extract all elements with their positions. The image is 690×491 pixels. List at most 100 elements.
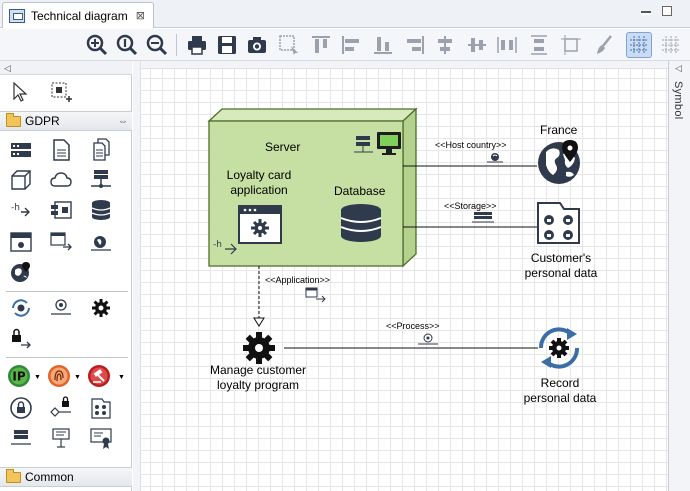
fingerprint-icon [48, 365, 70, 387]
distribute-vertical-icon [531, 35, 547, 55]
marquee-icon [51, 82, 72, 102]
tab-technical-diagram[interactable]: Technical diagram ⊠ [2, 2, 154, 28]
palette-item-legal[interactable] [86, 363, 112, 389]
ip-dropdown-icon[interactable]: ▼ [34, 374, 41, 381]
symbol-panel-collapse-button[interactable]: ◁ [675, 63, 682, 74]
svg-text:IP: IP [12, 370, 25, 384]
palette-item-security-interface[interactable] [8, 325, 34, 351]
palette-group-gdpr[interactable]: GDPR ⇔ [0, 111, 132, 131]
grid-toggle-button[interactable] [626, 32, 652, 58]
server-rack-icon [11, 143, 31, 157]
palette-group-label: Common [25, 470, 74, 484]
marquee-select-icon [279, 35, 298, 55]
pointer-tool[interactable] [8, 79, 34, 105]
zoom-out-button[interactable] [144, 32, 170, 58]
zoom-reset-button[interactable] [114, 32, 140, 58]
interface-icon: -h [11, 203, 30, 217]
palette-group-label: GDPR [25, 114, 60, 128]
ip-badge-icon: IP [8, 365, 30, 387]
customer-data-label: Customer's personal data [524, 251, 598, 280]
save-button[interactable] [214, 32, 240, 58]
expand-arrows-icon[interactable]: ⇔ [118, 116, 128, 127]
personal-data-folder-icon [91, 398, 111, 419]
align-center-vertical-button[interactable] [432, 32, 458, 58]
align-right-icon [407, 36, 424, 54]
format-painter-button[interactable] [592, 32, 618, 58]
align-middle-button[interactable] [464, 32, 490, 58]
resize-button[interactable] [558, 32, 584, 58]
palette-item-process[interactable] [8, 295, 34, 321]
database-icon [91, 200, 111, 220]
align-top-icon [312, 36, 330, 53]
palette-item-lock[interactable] [8, 395, 34, 421]
align-left-icon [342, 36, 359, 54]
maximize-icon[interactable] [662, 6, 672, 16]
align-center-icon [438, 36, 452, 54]
resize-icon [561, 35, 581, 55]
manage-program-label: Manage customer loyalty program [209, 363, 307, 392]
palette-item-application[interactable] [8, 229, 34, 255]
distribute-horizontal-button[interactable] [494, 32, 520, 58]
palette-item-interface[interactable]: -h [8, 197, 34, 223]
align-bottom-button[interactable] [370, 32, 396, 58]
palette-item-component[interactable] [48, 197, 74, 223]
palette-item-application-interface[interactable] [48, 229, 74, 255]
palette-group-common[interactable]: Common [0, 467, 132, 487]
snap-to-grid-button[interactable] [658, 32, 684, 58]
folder-icon [6, 112, 21, 127]
align-right-button[interactable] [402, 32, 428, 58]
host-country-stereotype: <<Host country>> [435, 140, 507, 150]
palette-item-documents[interactable] [88, 137, 114, 163]
process-interface-icon [51, 299, 71, 315]
app-interface-icon [50, 232, 72, 251]
note-icon [52, 428, 70, 448]
symbol-panel-label: Symbol [672, 81, 684, 120]
palette-item-ip[interactable]: IP [6, 363, 32, 389]
palette-item-location[interactable] [8, 259, 34, 285]
fingerprint-dropdown-icon[interactable]: ▼ [74, 374, 81, 381]
align-left-button[interactable] [338, 32, 364, 58]
palette-item-storage-flow[interactable] [8, 425, 34, 451]
palette-item-database[interactable] [88, 197, 114, 223]
print-button[interactable] [184, 32, 210, 58]
palette-item-network[interactable] [88, 167, 114, 193]
palette-item-note[interactable] [48, 425, 74, 451]
symbol-side-panel[interactable]: ◁ Symbol [668, 61, 690, 491]
snap-grid-icon [662, 36, 680, 54]
editor-tab-bar: Technical diagram ⊠ [0, 0, 690, 28]
app-window-icon [10, 232, 32, 252]
palette-item-certificate[interactable] [88, 425, 114, 451]
zoom-in-icon [86, 34, 108, 56]
cloud-icon [50, 172, 72, 187]
distribute-vertical-button[interactable] [526, 32, 552, 58]
palette-item-fingerprint[interactable] [46, 363, 72, 389]
france-label: France [540, 123, 578, 137]
palette-item-document[interactable] [48, 137, 74, 163]
legal-dropdown-icon[interactable]: ▼ [118, 374, 125, 381]
lock-circle-icon [10, 397, 32, 419]
symbol-palette: ◁ GDPR ⇔ -h IP ▼ ▼ ▼ Common [0, 61, 132, 491]
palette-item-personal-data[interactable] [88, 395, 114, 421]
printer-icon [188, 36, 206, 55]
palette-item-location-interface[interactable] [88, 229, 114, 255]
select-area-button[interactable] [276, 32, 302, 58]
globe-small-icon [91, 236, 111, 251]
cursor-icon [13, 81, 28, 102]
align-top-button[interactable] [308, 32, 334, 58]
marquee-tool[interactable] [48, 79, 74, 105]
close-icon[interactable]: ⊠ [136, 9, 145, 22]
palette-item-node[interactable] [8, 167, 34, 193]
storage-stereotype: <<Storage>> [444, 201, 497, 211]
palette-item-server[interactable] [8, 137, 34, 163]
palette-item-cloud[interactable] [48, 167, 74, 193]
minimize-icon[interactable] [641, 11, 651, 15]
cube-icon [11, 170, 31, 190]
snapshot-button[interactable] [244, 32, 270, 58]
palette-item-secured-flow[interactable] [48, 395, 74, 421]
palette-item-process-interface[interactable] [48, 295, 74, 321]
palette-item-function[interactable] [88, 295, 114, 321]
save-icon [218, 36, 236, 54]
palette-collapse-button[interactable]: ◁ [0, 61, 132, 75]
lock-diamond-icon [50, 396, 71, 417]
zoom-in-button[interactable] [84, 32, 110, 58]
